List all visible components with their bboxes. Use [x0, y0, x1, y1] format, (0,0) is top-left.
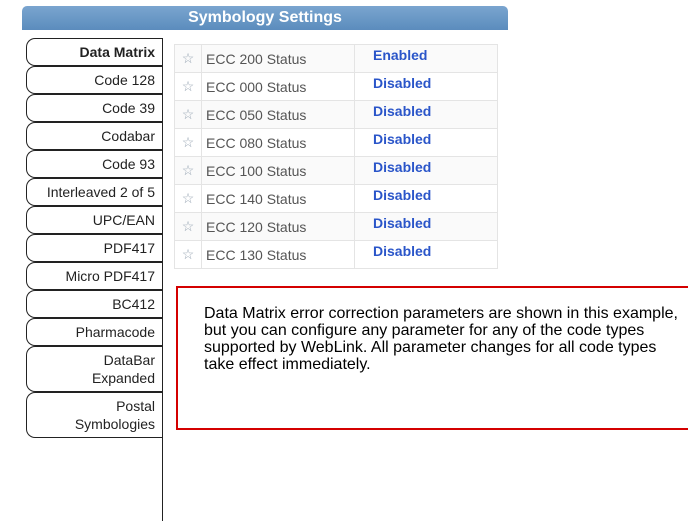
table-row: ☆ ECC 100 Status Disabled: [174, 156, 498, 185]
tab-micro-pdf417[interactable]: Micro PDF417: [26, 262, 163, 290]
param-value: Disabled: [373, 159, 432, 175]
tab-pdf417[interactable]: PDF417: [26, 234, 163, 262]
param-name: ECC 050 Status: [201, 100, 355, 129]
star-outline-icon[interactable]: ☆: [174, 128, 202, 157]
tab-bc412[interactable]: BC412: [26, 290, 163, 318]
param-name: ECC 200 Status: [201, 44, 355, 73]
symbology-tabs: Data Matrix Code 128 Code 39 Codabar Cod…: [26, 38, 163, 438]
param-value-link[interactable]: Disabled: [354, 156, 498, 185]
tab-databar-line1: DataBar: [103, 352, 155, 368]
param-name: ECC 140 Status: [201, 184, 355, 213]
star-outline-icon[interactable]: ☆: [174, 212, 202, 241]
star-outline-icon[interactable]: ☆: [174, 184, 202, 213]
tabs-divider: [162, 38, 163, 521]
param-value-link[interactable]: Disabled: [354, 128, 498, 157]
tab-data-matrix[interactable]: Data Matrix: [26, 38, 163, 66]
star-outline-icon[interactable]: ☆: [174, 72, 202, 101]
param-value: Disabled: [373, 103, 432, 119]
param-name: ECC 100 Status: [201, 156, 355, 185]
param-name: ECC 000 Status: [201, 72, 355, 101]
param-value-link[interactable]: Disabled: [354, 212, 498, 241]
param-value: Disabled: [373, 187, 432, 203]
star-outline-icon[interactable]: ☆: [174, 44, 202, 73]
tab-codabar[interactable]: Codabar: [26, 122, 163, 150]
param-name: ECC 130 Status: [201, 240, 355, 269]
param-value: Disabled: [373, 75, 432, 91]
tab-postal-line1: Postal: [116, 398, 155, 414]
param-name: ECC 120 Status: [201, 212, 355, 241]
tab-pharmacode[interactable]: Pharmacode: [26, 318, 163, 346]
param-value: Disabled: [373, 215, 432, 231]
param-value-link[interactable]: Disabled: [354, 240, 498, 269]
tab-upc-ean[interactable]: UPC/EAN: [26, 206, 163, 234]
tab-interleaved-2-of-5[interactable]: Interleaved 2 of 5: [26, 178, 163, 206]
param-name: ECC 080 Status: [201, 128, 355, 157]
param-value-link[interactable]: Disabled: [354, 184, 498, 213]
table-row: ☆ ECC 120 Status Disabled: [174, 212, 498, 241]
table-row: ☆ ECC 050 Status Disabled: [174, 100, 498, 129]
param-value-link[interactable]: Enabled: [354, 44, 498, 73]
star-outline-icon[interactable]: ☆: [174, 156, 202, 185]
table-row: ☆ ECC 080 Status Disabled: [174, 128, 498, 157]
param-value: Disabled: [373, 131, 432, 147]
table-row: ☆ ECC 140 Status Disabled: [174, 184, 498, 213]
tab-code-128[interactable]: Code 128: [26, 66, 163, 94]
param-value: Disabled: [373, 243, 432, 259]
star-outline-icon[interactable]: ☆: [174, 100, 202, 129]
tab-databar-line2: Expanded: [91, 370, 155, 386]
star-outline-icon[interactable]: ☆: [174, 240, 202, 269]
param-value: Enabled: [373, 47, 428, 63]
callout-text: Data Matrix error correction parameters …: [204, 305, 678, 373]
callout-note: Data Matrix error correction parameters …: [176, 286, 688, 430]
table-row: ☆ ECC 130 Status Disabled: [174, 240, 498, 269]
param-value-link[interactable]: Disabled: [354, 100, 498, 129]
table-row: ☆ ECC 200 Status Enabled: [174, 44, 498, 73]
parameter-table: ☆ ECC 200 Status Enabled ☆ ECC 000 Statu…: [174, 44, 498, 269]
table-row: ☆ ECC 000 Status Disabled: [174, 72, 498, 101]
tab-code-93[interactable]: Code 93: [26, 150, 163, 178]
tab-code-39[interactable]: Code 39: [26, 94, 163, 122]
tab-postal-symbologies[interactable]: Postal Symbologies: [26, 392, 163, 438]
tab-databar-expanded[interactable]: DataBar Expanded: [26, 346, 163, 392]
tab-postal-line2: Symbologies: [74, 416, 155, 432]
panel-title: Symbology Settings: [22, 6, 508, 30]
param-value-link[interactable]: Disabled: [354, 72, 498, 101]
